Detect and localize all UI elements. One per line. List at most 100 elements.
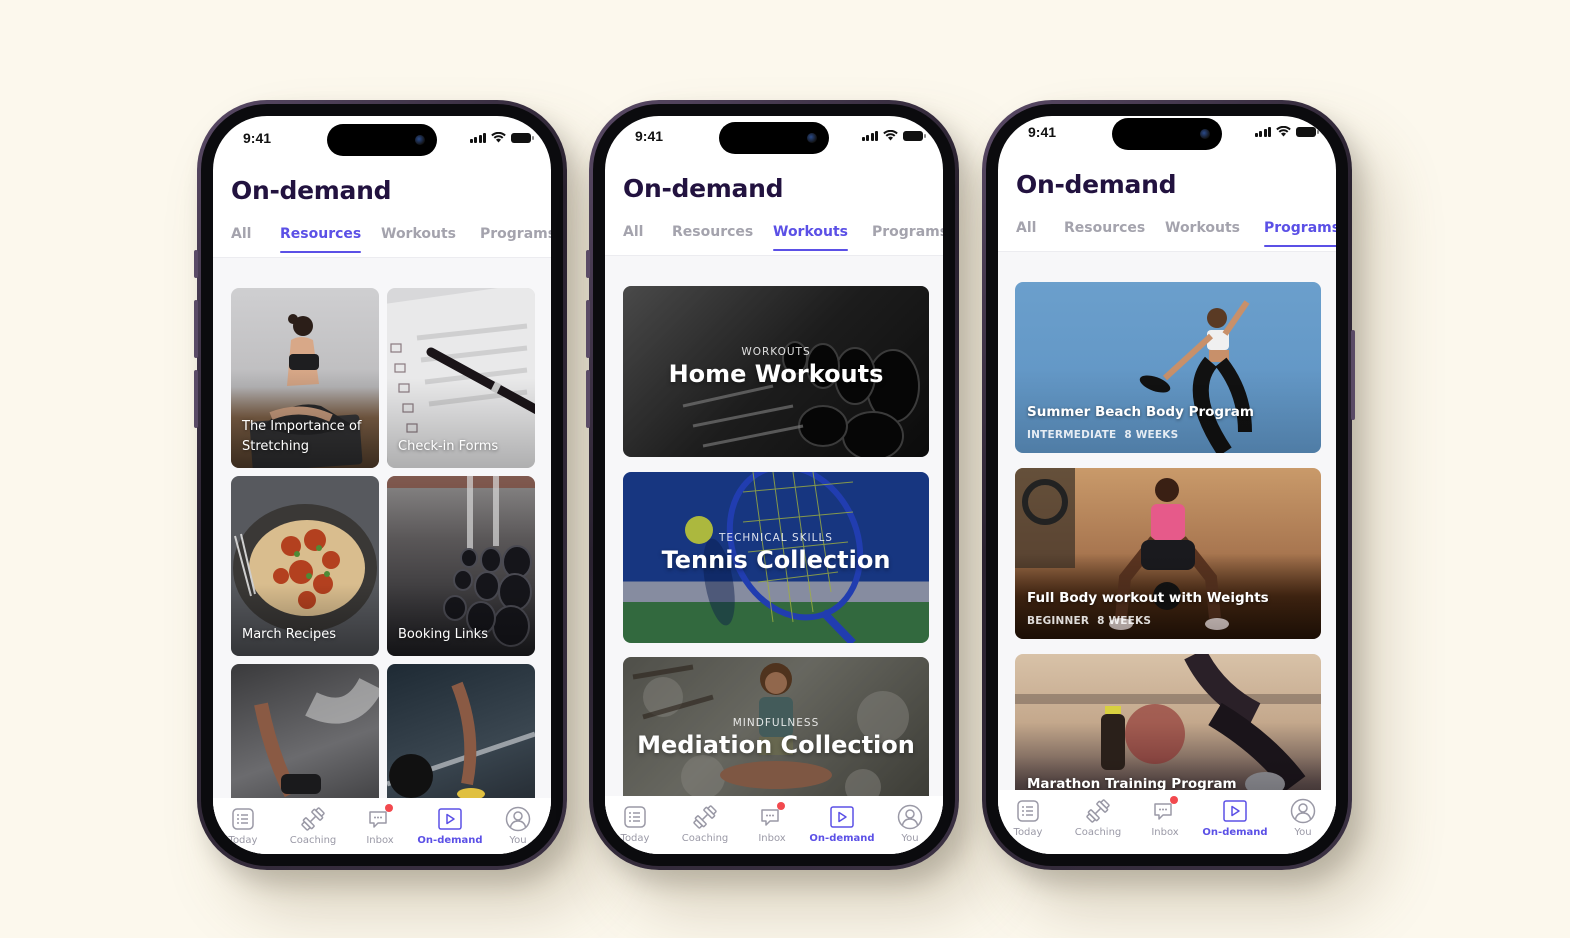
nav-you[interactable]: You [486, 806, 550, 846]
nav-inbox[interactable]: Inbox [348, 804, 412, 846]
resources-grid: The Importance of Stretching Check-in Fo… [213, 258, 551, 854]
nav-today[interactable]: Today [605, 804, 667, 844]
resource-card[interactable]: March Recipes [231, 476, 379, 656]
collection-title: Home Workouts [668, 360, 884, 388]
program-level: BEGINNER [1027, 615, 1090, 627]
status-time: 9:41 [1028, 124, 1057, 140]
signal-icon [861, 130, 878, 141]
nav-today[interactable]: Today [213, 806, 275, 846]
nav-on-demand[interactable]: On-demand [809, 804, 875, 844]
wifi-icon [1276, 126, 1291, 137]
program-card[interactable]: Full Body workout with Weights BEGINNER 8… [1015, 468, 1321, 639]
tab-workouts[interactable]: Workouts [773, 224, 849, 251]
user-icon [1290, 798, 1316, 824]
program-title: Full Body workout with Weights [1027, 590, 1269, 606]
program-meta: INTERMEDIATE 8 WEEKS [1027, 429, 1178, 441]
program-card[interactable]: Summer Beach Body Program INTERMEDIATE 8 … [1015, 282, 1321, 453]
nav-label: You [509, 835, 527, 846]
nav-label: Coaching [1074, 827, 1122, 838]
side-button [194, 250, 198, 278]
tab-all[interactable]: All [623, 224, 643, 250]
nav-inbox[interactable]: Inbox [1133, 796, 1197, 838]
side-button [586, 250, 590, 278]
notification-badge [1170, 796, 1178, 804]
nav-coaching[interactable]: Coaching [281, 806, 345, 846]
tab-resources[interactable]: Resources [672, 224, 753, 250]
tab-programs[interactable]: Programs [480, 226, 551, 252]
signal-icon [469, 132, 486, 143]
collection-card[interactable]: WORKOUTS Home Workouts [623, 286, 929, 457]
bottom-nav: Today Coaching Inbox On-demand You [213, 798, 551, 854]
tab-workouts[interactable]: Workouts [381, 226, 456, 252]
nav-coaching[interactable]: Coaching [673, 804, 737, 844]
tab-all[interactable]: All [1016, 220, 1036, 246]
category-tabs: All Resources Workouts Programs [213, 224, 551, 258]
side-button [194, 370, 198, 428]
program-duration: 8 WEEKS [1097, 615, 1152, 627]
tab-workouts[interactable]: Workouts [1165, 220, 1240, 246]
status-time: 9:41 [243, 130, 272, 146]
resource-card[interactable]: Check-in Forms [387, 288, 535, 468]
nav-label: Today [1013, 827, 1043, 838]
program-title: Summer Beach Body Program [1027, 404, 1254, 420]
notification-badge [385, 804, 393, 812]
dumbbell-icon [301, 807, 325, 831]
battery-icon [1296, 126, 1319, 137]
phone-resources: 9:41 On-demand All Resources Workouts Pr… [194, 100, 567, 870]
program-duration: 8 WEEKS [1124, 429, 1179, 441]
battery-icon [903, 130, 926, 141]
side-button [194, 300, 198, 358]
camera-icon [1200, 129, 1210, 139]
dynamic-island [719, 122, 829, 154]
nav-today[interactable]: Today [998, 798, 1060, 838]
resource-title: Booking Links [398, 627, 488, 642]
resource-title: Check-in Forms [398, 439, 499, 454]
collection-category: WORKOUTS [741, 346, 811, 358]
nav-you[interactable]: You [1271, 798, 1335, 838]
side-button [586, 370, 590, 428]
wifi-icon [883, 130, 898, 141]
camera-icon [807, 133, 817, 143]
nav-label: On-demand [1202, 827, 1268, 838]
nav-label: On-demand [417, 835, 483, 846]
list-icon [624, 806, 646, 828]
resource-card[interactable]: The Importance of Stretching [231, 288, 379, 468]
category-tabs: All Resources Workouts Programs [605, 222, 943, 256]
page-title: On-demand [231, 176, 392, 205]
nav-label: Coaching [681, 833, 729, 844]
collections-list: WORKOUTS Home Workouts TECHNICAL SKILLS … [605, 256, 943, 854]
list-icon [1017, 800, 1039, 822]
tab-resources[interactable]: Resources [1064, 220, 1145, 246]
nav-label: You [901, 833, 919, 844]
tab-all[interactable]: All [231, 226, 251, 252]
tab-programs[interactable]: Programs [1264, 220, 1336, 247]
nav-inbox[interactable]: Inbox [740, 802, 804, 844]
nav-on-demand[interactable]: On-demand [417, 806, 483, 846]
collection-card[interactable]: TECHNICAL SKILLS Tennis Collection [623, 472, 929, 643]
resource-card[interactable]: Booking Links [387, 476, 535, 656]
nav-coaching[interactable]: Coaching [1066, 798, 1130, 838]
phone-workouts: 9:41 On-demand All Resources Workouts Pr… [586, 100, 959, 870]
status-time: 9:41 [635, 128, 664, 144]
camera-icon [415, 135, 425, 145]
nav-label: Inbox [366, 835, 394, 846]
collection-title: Mediation Collection [637, 731, 915, 759]
play-icon [1223, 800, 1247, 822]
battery-icon [511, 132, 534, 143]
program-meta: BEGINNER 8 WEEKS [1027, 615, 1151, 627]
nav-label: On-demand [809, 833, 875, 844]
page-title: On-demand [1016, 170, 1177, 199]
resource-title: The Importance of Stretching [242, 419, 362, 454]
play-icon [438, 808, 462, 830]
nav-label: Today [228, 835, 258, 846]
page-title: On-demand [623, 174, 784, 203]
nav-on-demand[interactable]: On-demand [1202, 798, 1268, 838]
tab-programs[interactable]: Programs [872, 224, 943, 250]
collection-title: Tennis Collection [661, 546, 891, 574]
nav-label: Today [620, 833, 650, 844]
nav-label: Inbox [758, 833, 786, 844]
nav-you[interactable]: You [878, 804, 942, 844]
tab-resources[interactable]: Resources [280, 226, 362, 253]
play-icon [830, 806, 854, 828]
screen: 9:41 On-demand All Resources Workouts Pr… [213, 116, 551, 854]
